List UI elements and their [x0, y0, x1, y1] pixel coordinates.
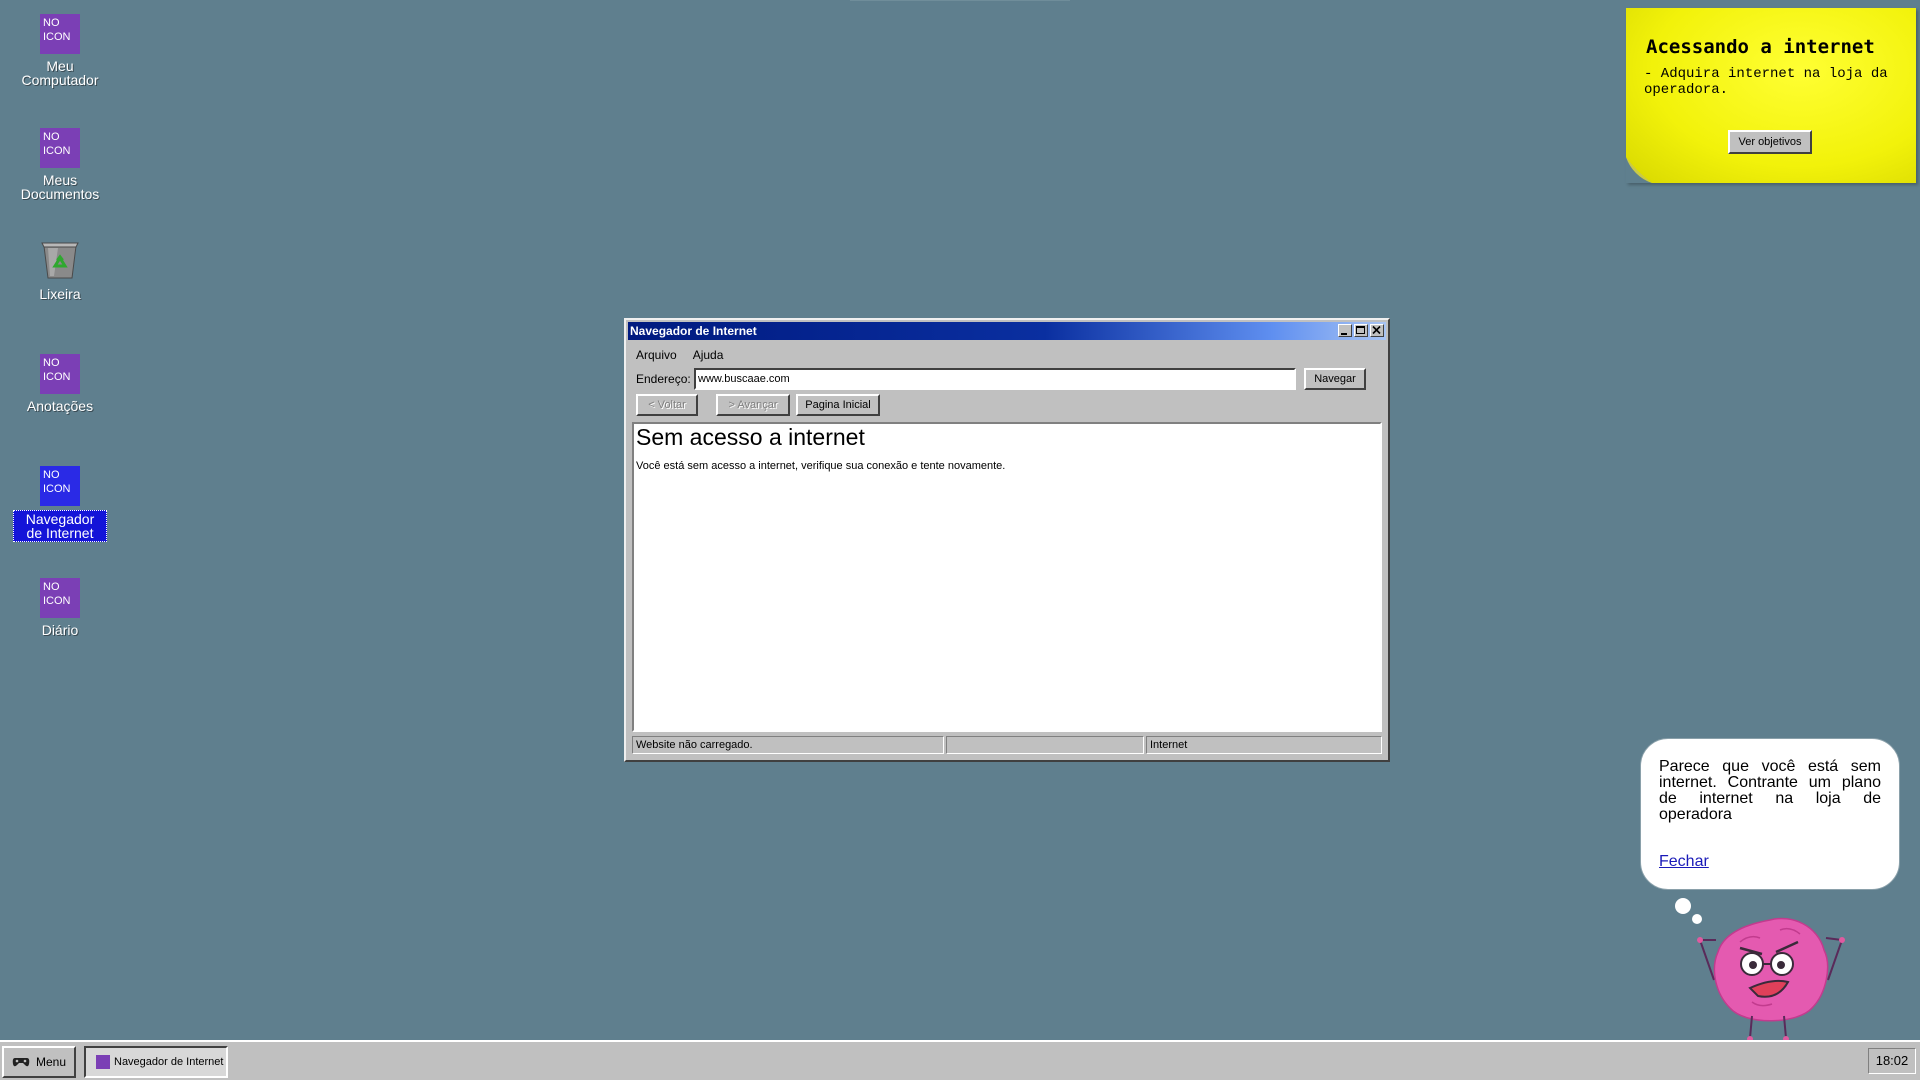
menu-item-arquivo[interactable]: Arquivo [636, 348, 677, 362]
taskbar-item-label: Navegador de Internet [114, 1056, 224, 1068]
no-icon: NO ICON [40, 14, 80, 54]
browser-window: Navegador de Internet Arquivo Ajuda Ende… [624, 318, 1390, 762]
taskbar-item-navegador[interactable]: Navegador de Internet [84, 1046, 228, 1078]
window-controls [1338, 324, 1384, 337]
close-button[interactable] [1370, 324, 1384, 337]
close-bubble-link[interactable]: Fechar [1659, 853, 1709, 871]
window-title: Navegador de Internet [630, 324, 757, 338]
objective-sticky-note: Acessando a internet - Adquira internet … [1626, 8, 1916, 183]
desktop-icon-anotacoes[interactable]: NO ICON Anotações [12, 354, 108, 414]
page-text: Você está sem acesso a internet, verifiq… [636, 460, 1006, 472]
forward-button[interactable]: > Avançar [716, 394, 790, 416]
desktop-icon-label: Navegador de Internet [13, 510, 107, 542]
desktop-icon-navegador[interactable]: NO ICON Navegador de Internet [12, 466, 108, 542]
window-titlebar[interactable]: Navegador de Internet [628, 322, 1386, 340]
start-menu-button[interactable]: Menu [2, 1046, 76, 1078]
no-icon: NO ICON [40, 466, 80, 506]
status-bar: Website não carregado. Internet [632, 736, 1384, 754]
assistant-message: Parece que você está sem internet. Contr… [1659, 758, 1881, 823]
maximize-icon [1356, 326, 1365, 334]
top-edge-line [850, 0, 1070, 1]
address-input[interactable] [694, 368, 1296, 390]
desktop-icon-label: Meus Documentos [20, 172, 100, 202]
page-heading: Sem acesso a internet [636, 424, 865, 450]
status-progress [946, 736, 1144, 754]
status-zone: Internet [1146, 736, 1382, 754]
controller-icon [12, 1058, 30, 1067]
no-icon: NO ICON [40, 128, 80, 168]
sticky-text: - Adquira internet na loja da operadora. [1644, 66, 1888, 98]
desktop-icon-diario[interactable]: NO ICON Diário [12, 578, 108, 638]
monster-mascot-icon [1697, 917, 1845, 1042]
back-button[interactable]: < Voltar [636, 394, 698, 416]
page-curl-icon [1626, 157, 1652, 183]
desktop-icon-lixeira[interactable]: Lixeira [12, 238, 108, 302]
no-icon: NO ICON [40, 354, 80, 394]
close-icon [1372, 325, 1381, 335]
app-icon [96, 1055, 110, 1069]
desktop-icon-label: Diário [41, 622, 79, 638]
desktop-icon-label: Meu Computador [21, 58, 99, 88]
home-button[interactable]: Pagina Inicial [796, 394, 880, 416]
assistant-bubble: Parece que você está sem internet. Contr… [1640, 738, 1900, 890]
desktop-icon-label: Lixeira [39, 286, 81, 302]
desktop-icon-meu-computador[interactable]: NO ICON Meu Computador [12, 14, 108, 88]
page-content: Sem acesso a internet Você está sem aces… [632, 422, 1382, 732]
taskbar: Menu Navegador de Internet 18:02 [0, 1040, 1920, 1080]
desktop-icon-meus-documentos[interactable]: NO ICON Meus Documentos [12, 128, 108, 202]
start-menu-label: Menu [36, 1055, 67, 1069]
minimize-icon [1341, 333, 1347, 335]
maximize-button[interactable] [1354, 324, 1368, 337]
minimize-button[interactable] [1338, 324, 1352, 337]
recycle-bin-icon [41, 242, 79, 279]
desktop-icon-label: Anotações [26, 398, 94, 414]
no-icon: NO ICON [40, 578, 80, 618]
navigate-button[interactable]: Navegar [1304, 368, 1366, 390]
menu-bar: Arquivo Ajuda [636, 348, 723, 362]
sticky-title: Acessando a internet [1646, 36, 1875, 58]
menu-item-ajuda[interactable]: Ajuda [693, 348, 724, 362]
address-label: Endereço: [636, 372, 691, 386]
address-row: Endereço: Navegar [636, 368, 1376, 390]
view-objectives-button[interactable]: Ver objetivos [1728, 130, 1812, 154]
clock: 18:02 [1868, 1048, 1916, 1074]
status-message: Website não carregado. [632, 736, 944, 754]
